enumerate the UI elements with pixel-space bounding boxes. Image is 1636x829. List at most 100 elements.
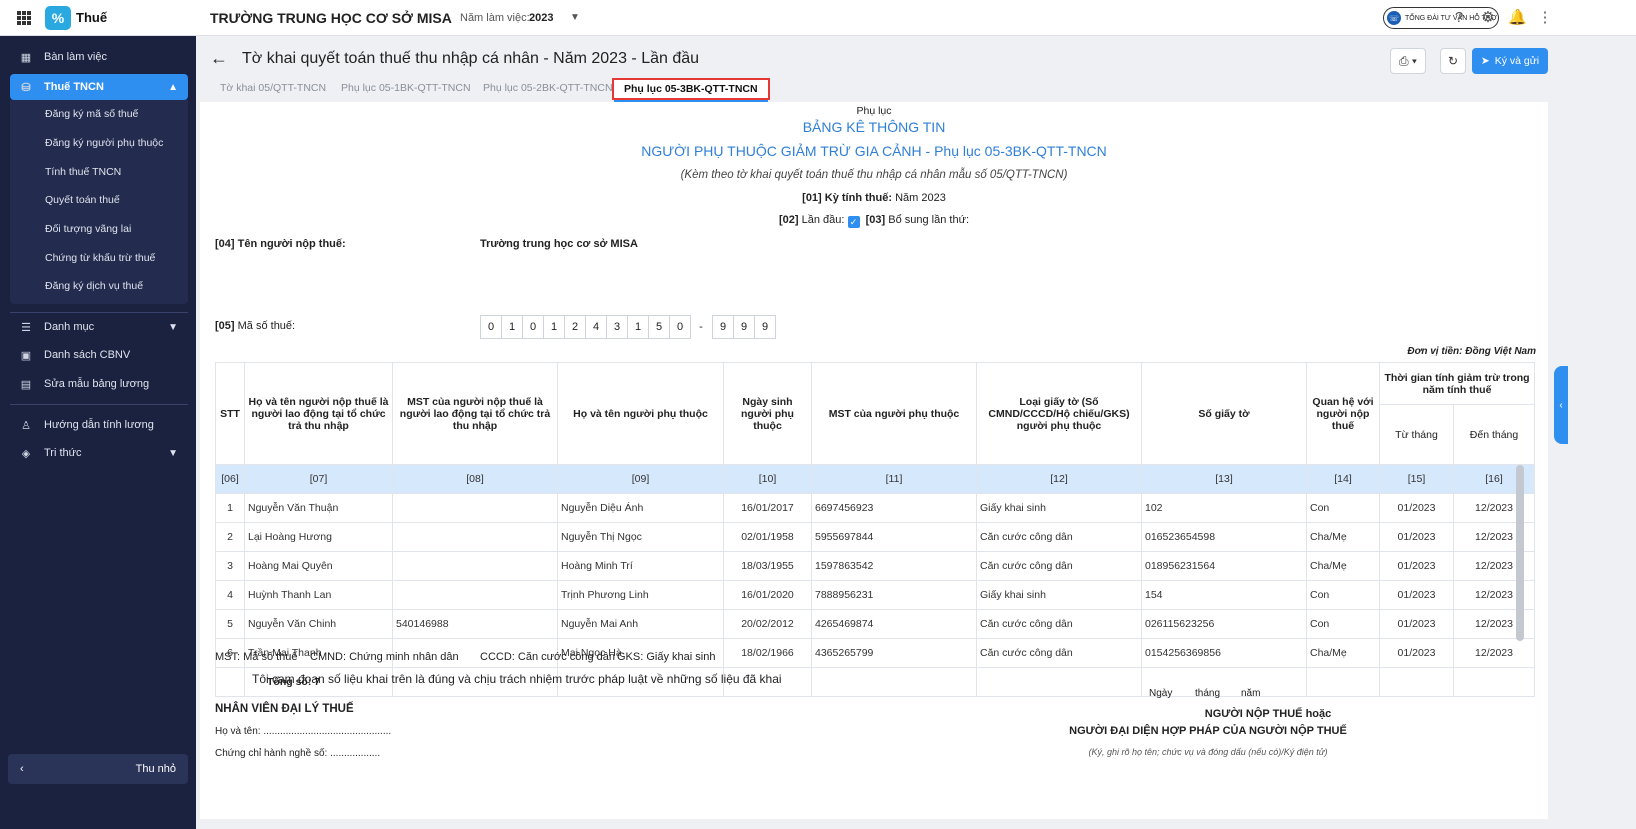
- legend-gks: GKS: Giấy khai sinh: [617, 651, 716, 663]
- org-name: TRƯỜNG TRUNG HỌC CƠ SỞ MISA: [210, 9, 452, 26]
- sidebar-divider: [10, 404, 188, 405]
- tax-period: [01] Kỳ tính thuế: Năm 2023: [200, 192, 1548, 204]
- sidebar-item-employees[interactable]: ▣ Danh sách CBNV: [10, 342, 188, 368]
- col-name: Họ và tên người nộp thuế là người lao độ…: [244, 362, 393, 465]
- cell-name: Hoàng Mai Quyên: [244, 551, 393, 581]
- tab-05-3bk[interactable]: Phụ lục 05-3BK-QTT-TNCN: [612, 78, 770, 102]
- cell-mst: [392, 522, 558, 552]
- app-grid-icon[interactable]: [17, 10, 31, 25]
- table-row[interactable]: 5 Nguyễn Văn Chinh 540146988 Nguyễn Mai Anh…: [215, 609, 1536, 639]
- back-arrow-icon[interactable]: ←: [210, 48, 228, 69]
- first-time-checkbox[interactable]: ✓: [847, 216, 860, 228]
- taxcode-digit: 0: [480, 315, 502, 339]
- cell-doc-type: Căn cước công dân: [976, 522, 1142, 552]
- taxcode-dash: -: [699, 321, 703, 333]
- cell-doc-type: Giấy khai sinh: [976, 580, 1142, 610]
- cell-dob: 16/01/2020: [723, 580, 812, 610]
- cell-dob: 20/02/2012: [723, 609, 812, 639]
- total-blank: [811, 667, 977, 697]
- cube-icon: ◈: [21, 447, 31, 460]
- sidebar-item-label: Sửa mẫu bảng lương: [44, 378, 150, 390]
- app-logo-icon: %: [45, 5, 71, 30]
- table-row[interactable]: 2 Lại Hoàng Hương Nguyễn Thị Ngọc 02/01/195…: [215, 522, 1536, 552]
- date-year: năm: [1241, 688, 1261, 699]
- sidebar-item-tax[interactable]: ⛁ Thuế TNCN ▲: [10, 74, 188, 100]
- chevron-left-icon: ‹: [1559, 399, 1563, 411]
- sidebar: ▦ Bàn làm việc ⛁ Thuế TNCN ▲ Đăng ký mã …: [0, 36, 196, 829]
- taxcode-digit: 5: [648, 315, 670, 339]
- refresh-button[interactable]: ↻: [1440, 48, 1466, 74]
- tab-05-1bk[interactable]: Phụ lục 05-1BK-QTT-TNCN: [341, 82, 471, 94]
- collapse-sidebar-button[interactable]: ‹ Thu nhỏ: [8, 754, 188, 784]
- sidebar-item-catalog[interactable]: ☰ Danh mục ▼: [10, 314, 188, 340]
- taxpayer-label: [04] Tên người nộp thuế:: [215, 238, 346, 250]
- cell-rel: Con: [1306, 609, 1380, 639]
- tab-05-qtt[interactable]: Tờ khai 05/QTT-TNCN: [220, 82, 326, 94]
- cell-doc-type: Căn cước công dân: [976, 551, 1142, 581]
- sidebar-sub-item[interactable]: Đăng ký dịch vụ thuế: [45, 280, 143, 292]
- document: Phụ lục BẢNG KÊ THÔNG TIN NGƯỜI PHỤ THUỘ…: [200, 102, 1548, 819]
- bell-icon[interactable]: 🔔: [1508, 9, 1527, 27]
- total-blank: [1452, 667, 1536, 697]
- legend-cmnd: CMND: Chứng minh nhân dân: [310, 651, 459, 663]
- taxcode-digit: 3: [606, 315, 628, 339]
- cell-doc-type: Căn cước công dân: [976, 638, 1142, 668]
- code-cell: [13]: [1141, 464, 1307, 494]
- sidebar-sub-item[interactable]: Đăng ký mã số thuế: [45, 108, 138, 120]
- app-name: Thuế: [76, 10, 108, 25]
- main-content: ← Tờ khai quyết toán thuế thu nhập cá nh…: [200, 46, 1624, 819]
- code-cell: [08]: [392, 464, 558, 494]
- table-scrollbar[interactable]: [1516, 465, 1524, 641]
- tab-05-2bk[interactable]: Phụ lục 05-2BK-QTT-TNCN: [483, 82, 613, 94]
- year-select[interactable]: 2023: [529, 12, 553, 24]
- table-row[interactable]: 3 Hoàng Mai Quyên Hoàng Minh Trí 18/03/1955…: [215, 551, 1536, 581]
- sidebar-item-payroll-template[interactable]: ▤ Sửa mẫu bảng lương: [10, 371, 188, 397]
- cell-doc-no: 026115623256: [1141, 609, 1307, 639]
- sidebar-sub-item[interactable]: Tính thuế TNCN: [45, 166, 121, 178]
- table-row[interactable]: 1 Nguyễn Văn Thuận Nguyễn Diệu Ánh 16/01/20…: [215, 493, 1536, 523]
- col-dep-name: Họ và tên người phụ thuộc: [557, 362, 724, 465]
- sign-and-send-button[interactable]: ➤ Ký và gửi: [1472, 48, 1548, 74]
- chevron-up-icon: ▲: [168, 81, 178, 93]
- table-row[interactable]: 4 Huỳnh Thanh Lan Trịnh Phương Linh 16/01/2…: [215, 580, 1536, 610]
- sidebar-sub-item[interactable]: Đối tượng vãng lai: [45, 223, 131, 235]
- taxcode-boxes: 0 1 0 1 2 4 3 1 5 0 - 9 9 9: [480, 315, 776, 339]
- supp-text: Bổ sung lần thứ:: [888, 214, 969, 226]
- sidebar-item-guide[interactable]: ♙ Hướng dẫn tính lương: [10, 412, 188, 438]
- tax-period-label: [01] Kỳ tính thuế:: [802, 192, 892, 204]
- id-card-icon: ▣: [20, 349, 32, 362]
- legend-cccd: CCCD: Căn cước công dân: [480, 651, 616, 663]
- sidebar-item-label: Hướng dẫn tính lương: [44, 419, 154, 431]
- cell-doc-type: Căn cước công dân: [976, 609, 1142, 639]
- taxcode-label: [05] Mã số thuế:: [215, 320, 295, 332]
- edit-doc-icon: ▤: [20, 378, 32, 391]
- sidebar-divider: [10, 312, 188, 313]
- col-doc-type: Loại giấy tờ (Số CMND/CCCD/Hộ chiếu/GKS)…: [976, 362, 1142, 465]
- cell-dep-mst: 5955697844: [811, 522, 977, 552]
- help-icon[interactable]: ?: [1450, 9, 1468, 27]
- taxcode-digit: 0: [669, 315, 691, 339]
- more-icon[interactable]: ⋮: [1536, 9, 1554, 27]
- chevron-down-icon[interactable]: ▼: [570, 12, 580, 23]
- sidebar-item-knowledge[interactable]: ◈ Tri thức ▼: [10, 440, 188, 466]
- sidebar-item-desk[interactable]: ▦ Bàn làm việc: [10, 44, 188, 70]
- cell-dep-mst: 4365265799: [811, 638, 977, 668]
- doc-title-2: NGƯỜI PHỤ THUỘC GIẢM TRỪ GIA CẢNH - Phụ …: [641, 143, 1107, 159]
- date-month: tháng: [1195, 688, 1221, 699]
- sidebar-sub-item[interactable]: Quyết toán thuế: [45, 194, 120, 206]
- side-panel-handle[interactable]: ‹: [1554, 366, 1568, 444]
- cell-stt: 3: [215, 551, 245, 581]
- cell-mst: [392, 580, 558, 610]
- code-cell: [09]: [557, 464, 724, 494]
- sidebar-sub-item[interactable]: Chứng từ khấu trừ thuế: [45, 252, 155, 264]
- cell-from: 01/2023: [1379, 580, 1454, 610]
- gear-icon[interactable]: ⚙: [1479, 9, 1497, 27]
- code-cell: [14]: [1306, 464, 1380, 494]
- sidebar-sub-item[interactable]: Đăng ký người phụ thuộc: [45, 137, 163, 149]
- cell-stt: 5: [215, 609, 245, 639]
- col-dob: Ngày sinh người phụ thuộc: [723, 362, 812, 465]
- print-button[interactable]: ⎙ ▾: [1390, 48, 1426, 74]
- cell-doc-no: 102: [1141, 493, 1307, 523]
- col-to: Đến tháng: [1452, 404, 1536, 465]
- cell-dep: Trịnh Phương Linh: [557, 580, 724, 610]
